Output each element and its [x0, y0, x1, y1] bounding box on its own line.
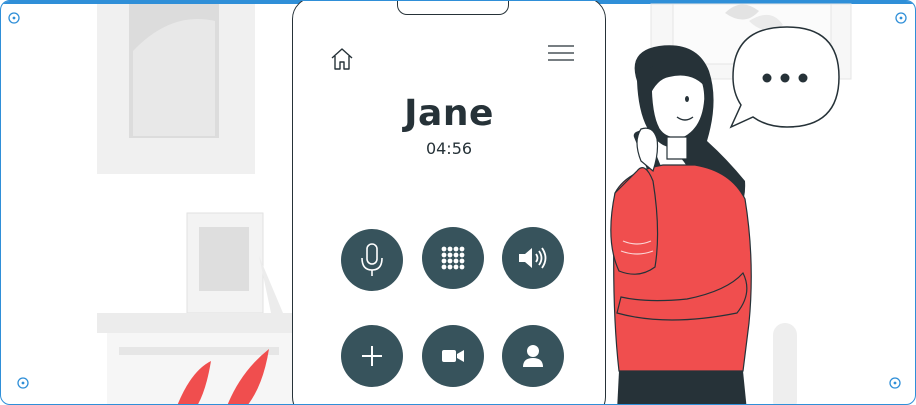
speaker-button[interactable]: [502, 227, 564, 289]
app-frame: Jane 04:56: [0, 0, 916, 405]
keypad-button[interactable]: [422, 227, 484, 289]
hamburger-menu-icon[interactable]: [547, 44, 575, 64]
ellipsis-icon: [762, 73, 808, 83]
phone-notch: [397, 1, 509, 15]
keypad-grid-icon: [441, 246, 465, 270]
plus-icon: [362, 346, 382, 366]
video-call-button[interactable]: [422, 325, 484, 387]
person-icon: [523, 345, 543, 367]
mute-button[interactable]: [341, 229, 403, 291]
corner-marker-bottom-left: [17, 377, 29, 389]
add-call-button[interactable]: [341, 325, 403, 387]
microphone-icon: [361, 243, 383, 276]
call-duration: 04:56: [425, 139, 473, 158]
corner-marker-top-left: [8, 12, 20, 24]
video-camera-icon: [442, 350, 464, 362]
corner-marker-bottom-right: [889, 377, 901, 389]
corner-marker-top-right: [895, 12, 907, 24]
contacts-button[interactable]: [502, 325, 564, 387]
speaker-icon: [519, 247, 547, 269]
phone-call-screen: Jane 04:56: [292, 1, 606, 404]
contact-name: Jane: [404, 93, 494, 134]
speech-bubble: [729, 26, 840, 129]
home-icon[interactable]: [329, 46, 355, 72]
